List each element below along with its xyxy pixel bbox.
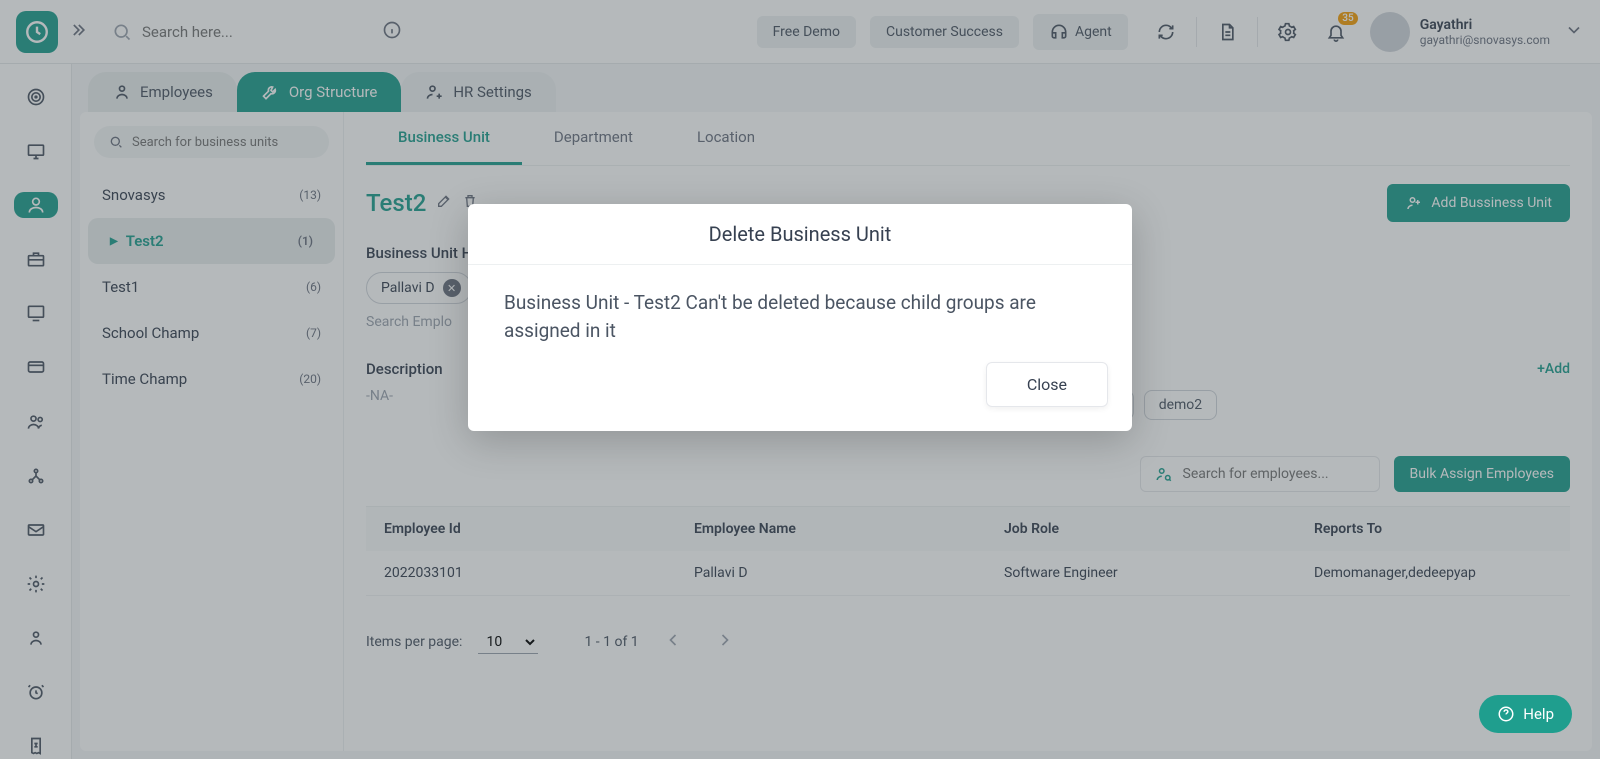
delete-business-unit-modal: Delete Business Unit Business Unit - Tes… bbox=[468, 204, 1132, 431]
help-label: Help bbox=[1523, 705, 1554, 723]
help-button[interactable]: Help bbox=[1479, 695, 1572, 733]
modal-title: Delete Business Unit bbox=[468, 204, 1132, 265]
modal-actions: Close bbox=[468, 362, 1132, 431]
modal-body: Business Unit - Test2 Can't be deleted b… bbox=[468, 265, 1132, 362]
modal-scrim[interactable]: Delete Business Unit Business Unit - Tes… bbox=[0, 0, 1600, 759]
close-button[interactable]: Close bbox=[986, 362, 1108, 407]
help-icon bbox=[1497, 705, 1515, 723]
